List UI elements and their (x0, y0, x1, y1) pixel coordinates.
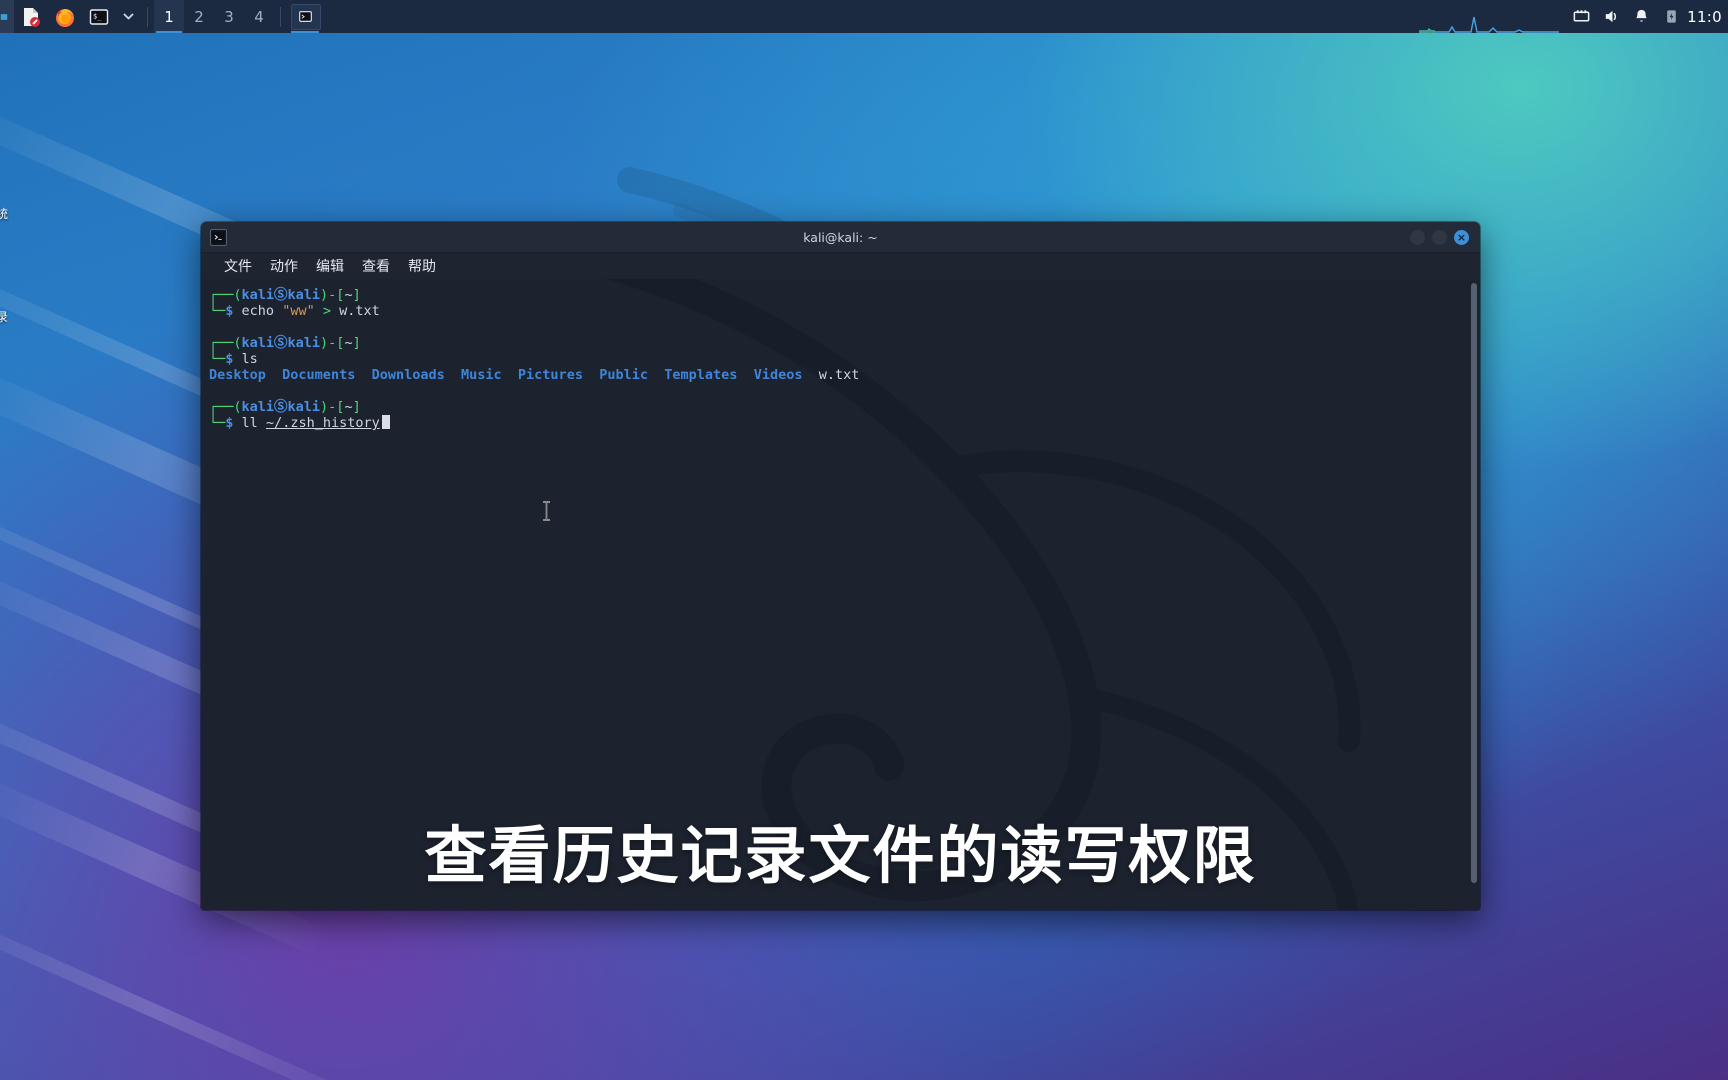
chevron-glyph-icon (123, 13, 134, 20)
terminal-output: ┌──(kaliⓈkali)-[~] └─$ echo "ww" > w.txt… (201, 279, 1480, 431)
terminal-block-2: ┌──(kaliⓈkali)-[~] └─$ ls Desktop Docume… (209, 335, 1480, 383)
command-line-1: └─$ echo "ww" > w.txt (209, 303, 380, 319)
menu-actions[interactable]: 动作 (261, 254, 307, 278)
terminal-icon[interactable]: $_ (82, 0, 116, 33)
top-panel: $_ 1 2 3 4 11:0 (0, 0, 1728, 33)
battery-glyph-icon (1666, 10, 1676, 23)
ls-output-row: Desktop Documents Downloads Music Pictur… (209, 367, 860, 383)
maximize-button[interactable] (1432, 229, 1447, 245)
command-line-2: └─$ ls (209, 351, 258, 367)
network-icon[interactable] (1567, 0, 1595, 33)
system-tray: 11:0 (1567, 0, 1728, 33)
window-task-list (287, 0, 321, 33)
menu-view[interactable]: 查看 (353, 254, 399, 278)
menu-file[interactable]: 文件 (215, 254, 261, 278)
terminal-scrollbar[interactable] (1469, 279, 1478, 910)
terminal-block-3: ┌──(kaliⓈkali)-[~] └─$ ll ~/.zsh_history (209, 399, 1480, 431)
document-icon (24, 7, 40, 27)
workspace-2[interactable]: 2 (184, 0, 214, 33)
menu-help[interactable]: 帮助 (399, 254, 445, 278)
bell-glyph-icon (1635, 9, 1647, 22)
battery-icon[interactable] (1657, 0, 1685, 33)
window-terminal-icon (210, 228, 227, 246)
prompt-line: ┌──(kaliⓈkali)-[~] (209, 335, 361, 351)
panel-separator (147, 6, 148, 27)
subtitle-text: 查看历史记录文件的读写权限 (424, 819, 1257, 892)
terminal-body[interactable]: ┌──(kaliⓈkali)-[~] └─$ echo "ww" > w.txt… (201, 279, 1480, 910)
workspace-4[interactable]: 4 (244, 0, 274, 33)
terminal-block-1: ┌──(kaliⓈkali)-[~] └─$ echo "ww" > w.txt (209, 287, 1480, 319)
desktop-icon-label: 统 (0, 207, 9, 221)
window-titlebar[interactable]: kali@kali: ~ × (201, 222, 1480, 253)
volume-glyph-icon (1605, 10, 1616, 23)
minimize-button[interactable] (1410, 229, 1425, 245)
workspace-switcher[interactable]: 1 2 3 4 (154, 0, 274, 33)
menu-edit[interactable]: 编辑 (307, 254, 353, 278)
clock[interactable]: 11:0 (1687, 8, 1724, 26)
scrollbar-thumb[interactable] (1471, 283, 1477, 883)
close-button[interactable]: × (1454, 229, 1469, 245)
prompt-line: ┌──(kaliⓈkali)-[~] (209, 399, 361, 415)
kali-menu-icon[interactable] (0, 0, 14, 33)
panel-separator (280, 6, 281, 27)
chevron-down-icon[interactable] (116, 0, 141, 33)
panel-spacer (321, 0, 1567, 33)
mouse-text-cursor-icon (543, 501, 550, 521)
window-title: kali@kali: ~ (803, 229, 878, 245)
workspace-3[interactable]: 3 (214, 0, 244, 33)
volume-icon[interactable] (1597, 0, 1625, 33)
desktop-icon-label: 录 (0, 310, 9, 324)
file-manager-icon[interactable] (14, 0, 48, 33)
terminal-glyph-icon (212, 231, 225, 243)
cpu-monitor-graph (1419, 11, 1560, 33)
network-glyph-icon (1573, 10, 1589, 22)
terminal-glyph-icon: $_ (89, 8, 109, 25)
workspace-1[interactable]: 1 (154, 0, 184, 33)
firefox-icon[interactable] (48, 0, 82, 33)
task-button-terminal[interactable] (291, 3, 321, 30)
kali-logo-icon (0, 13, 8, 20)
prompt-line: ┌──(kaliⓈkali)-[~] (209, 287, 361, 303)
terminal-task-icon (299, 11, 312, 22)
firefox-logo-icon (56, 8, 74, 27)
window-controls: × (1410, 229, 1480, 245)
path-argument: ~/.zsh_history (265, 415, 380, 431)
notification-bell-icon[interactable] (1627, 0, 1655, 33)
terminal-menubar: 文件 动作 编辑 查看 帮助 (201, 253, 1480, 279)
terminal-window[interactable]: kali@kali: ~ × 文件 动作 编辑 查看 帮助 ┌──(kaliⓈk… (201, 222, 1480, 910)
command-line-3[interactable]: └─$ ll ~/.zsh_history (209, 415, 1480, 431)
text-cursor (381, 415, 390, 429)
svg-text:$_: $_ (93, 12, 102, 20)
